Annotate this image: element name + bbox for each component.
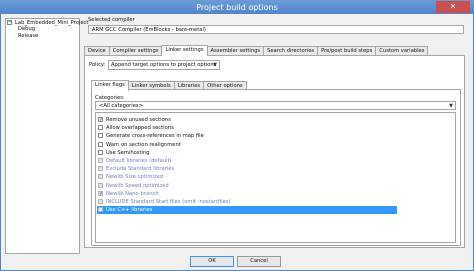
ok-button[interactable]: OK: [190, 256, 234, 267]
flag-label: Allow overlapped sections: [106, 125, 174, 132]
tab-linker-settings[interactable]: Linker settings: [161, 45, 208, 56]
flag-label: Newlib Nano-branch: [106, 190, 159, 197]
compiler-select[interactable]: ARM GCC Compiler (EmBlocks - bare-metal): [88, 25, 464, 34]
categories-select[interactable]: <All categories> ▼: [95, 101, 456, 110]
tree-node-release[interactable]: Release: [18, 33, 38, 39]
checkbox-icon[interactable]: [98, 141, 103, 147]
chevron-down-icon[interactable]: ▼: [448, 103, 454, 109]
flag-label: Newlib Size optimized: [106, 174, 164, 181]
flag-option[interactable]: ✓ Remove unused sections: [97, 116, 397, 124]
project-tree[interactable]: − Lab_Embedded_Mini_Project Debug Releas…: [5, 18, 88, 254]
checkbox-icon[interactable]: [98, 149, 103, 155]
linker-flags-list[interactable]: ✓ Remove unused sections Allow overlapped …: [95, 112, 456, 243]
checkbox-icon[interactable]: [98, 182, 103, 188]
flag-option[interactable]: Allow overlapped sections: [97, 124, 397, 132]
flag-label: Use C++ libraries: [106, 207, 153, 214]
policy-value: Append target options to project options: [111, 62, 217, 68]
flag-label: Exclude Standard libraries: [106, 166, 175, 173]
flag-label: Remove unused sections: [106, 117, 171, 123]
compiler-label: Selected compiler: [88, 17, 135, 23]
flag-option[interactable]: ✓ Newlib Nano-branch: [97, 190, 397, 198]
flag-label: Use Semihosting: [106, 149, 150, 156]
flag-label: Newlib Speed optimized: [106, 182, 169, 189]
policy-label: Policy:: [89, 62, 106, 68]
chevron-down-icon[interactable]: ▼: [212, 62, 218, 68]
title-bar: Project build options ✕: [0, 0, 474, 14]
tab-linker-flags[interactable]: Linker flags: [91, 80, 129, 91]
checkbox-icon[interactable]: [98, 166, 103, 172]
flag-label: Generate cross-references in map file: [106, 133, 204, 140]
checkbox-checked-icon[interactable]: ✓: [98, 117, 103, 123]
tree-node-debug[interactable]: Debug: [18, 26, 35, 32]
flag-option[interactable]: Use Semihosting: [97, 149, 397, 157]
close-button[interactable]: ✕: [436, 1, 470, 13]
policy-select[interactable]: Append target options to project options…: [108, 60, 220, 70]
checkbox-checked-icon[interactable]: ✓: [98, 207, 103, 213]
flag-label: Warn on section realignment: [106, 141, 181, 148]
flag-option[interactable]: Default libraries (default): [97, 157, 397, 165]
collapse-icon[interactable]: −: [7, 20, 12, 25]
cancel-button[interactable]: Cancel: [237, 256, 281, 267]
checkbox-icon[interactable]: [98, 125, 103, 131]
checkbox-icon[interactable]: [98, 174, 103, 180]
flag-option[interactable]: ✓ Use C++ libraries: [97, 206, 397, 215]
flag-option[interactable]: Warn on section realignment: [97, 141, 397, 149]
flag-option[interactable]: Newlib Size optimized: [97, 173, 397, 181]
flag-option[interactable]: Generate cross-references in map file: [97, 132, 397, 140]
checkbox-icon[interactable]: [98, 199, 103, 204]
flag-label: INCLUDE Standard Start files (omit -nost…: [106, 199, 231, 205]
checkbox-checked-icon[interactable]: ✓: [98, 190, 103, 196]
flag-label: Default libraries (default): [106, 158, 172, 164]
checkbox-icon[interactable]: [98, 133, 103, 139]
flag-option[interactable]: Exclude Standard libraries: [97, 165, 397, 173]
categories-value: <All categories>: [99, 103, 143, 109]
flag-option[interactable]: INCLUDE Standard Start files (omit -nost…: [97, 198, 397, 206]
checkbox-icon[interactable]: [98, 158, 103, 163]
window-title: Project build options: [196, 3, 278, 12]
flag-option[interactable]: Newlib Speed optimized: [97, 182, 397, 190]
